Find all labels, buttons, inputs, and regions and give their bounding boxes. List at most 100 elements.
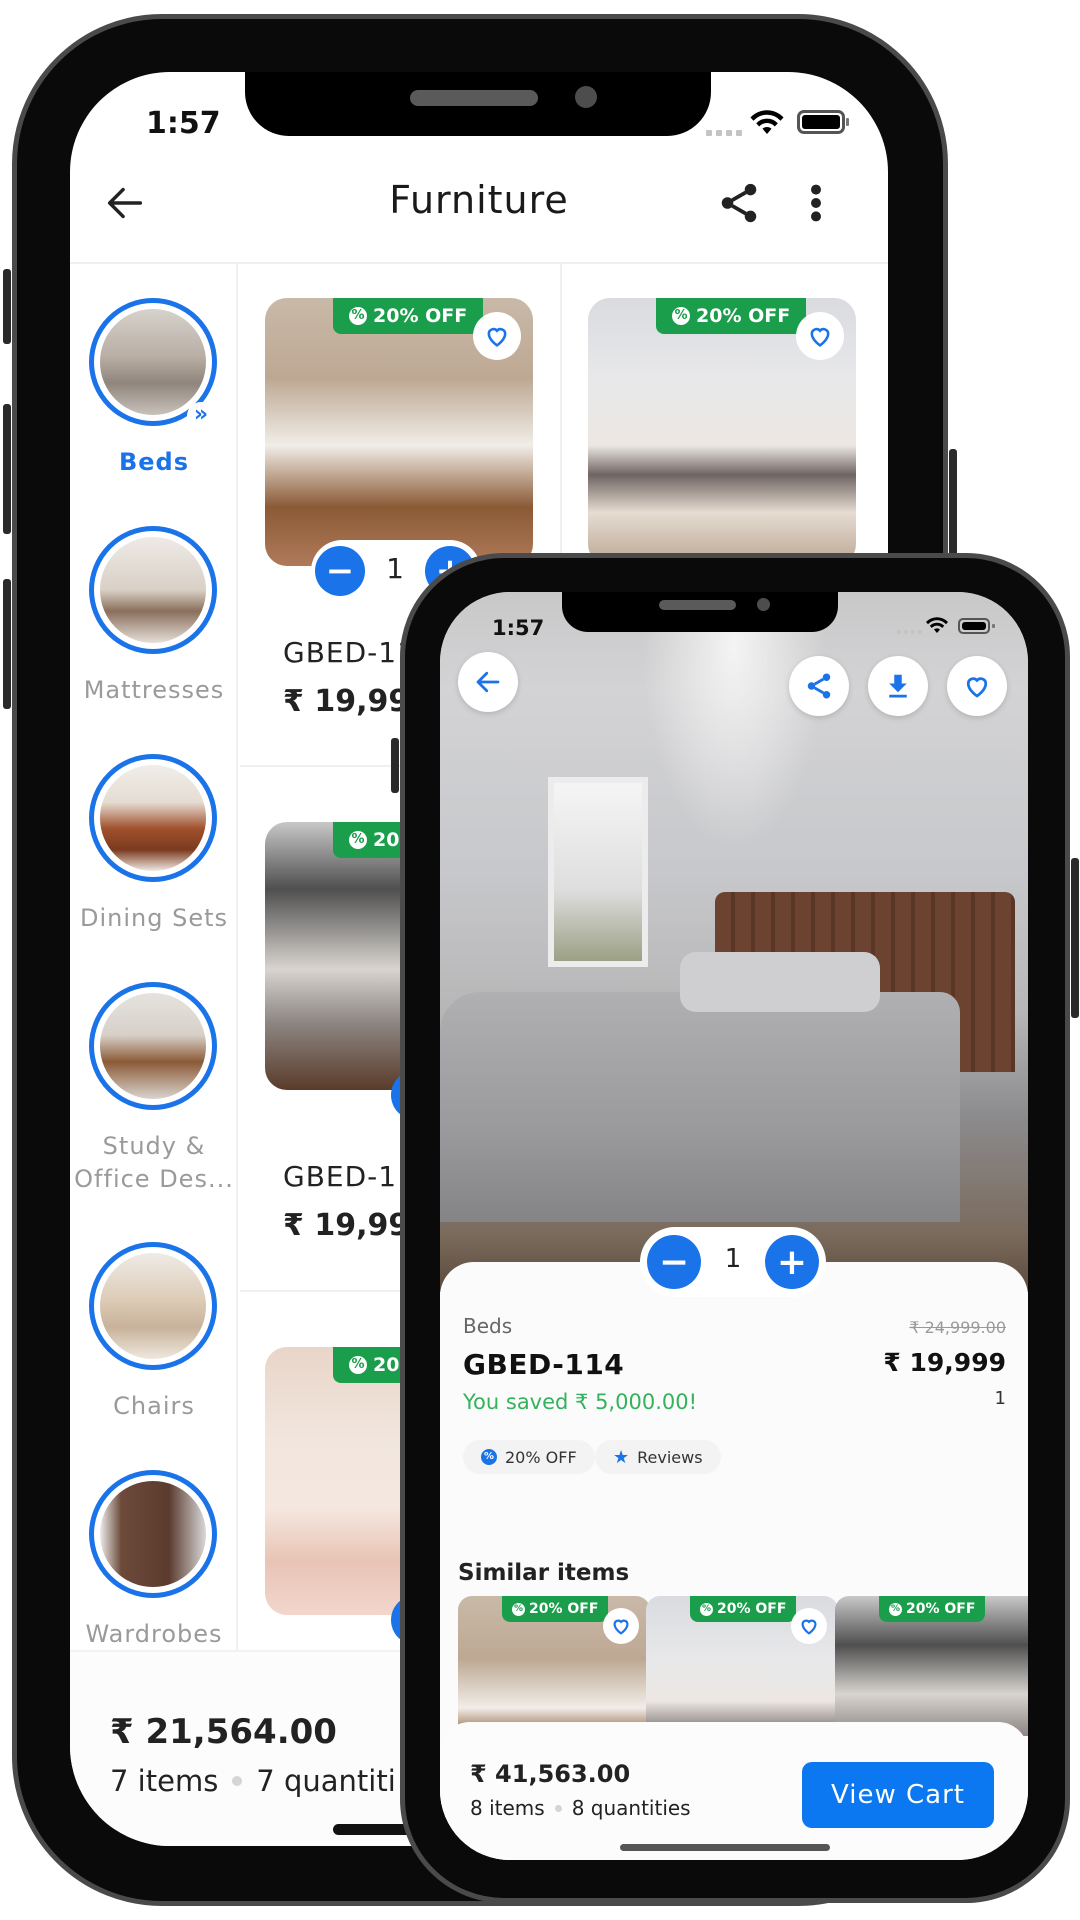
- reviews-chip-label: Reviews: [637, 1447, 703, 1467]
- front-camera: [757, 598, 770, 611]
- discount-icon: %: [512, 1602, 525, 1616]
- chevron-double-right-icon: »: [187, 402, 215, 430]
- category-image-wardrobes: [89, 1470, 217, 1598]
- decrement-button[interactable]: −: [315, 546, 365, 596]
- wifi-icon: [750, 110, 784, 134]
- notch: [245, 72, 711, 136]
- front-camera: [575, 86, 597, 108]
- view-cart-button[interactable]: View Cart: [802, 1762, 994, 1828]
- cart-quantity-count: 8 quantities: [571, 1796, 691, 1820]
- savings-text: You saved ₹ 5,000.00!: [463, 1390, 698, 1414]
- page-title: Furniture: [389, 178, 569, 222]
- separator-dot: [232, 1776, 243, 1786]
- category-label-line2: Office Des...: [74, 1165, 234, 1193]
- volume-button: [391, 738, 399, 793]
- reviews-chip[interactable]: ★ Reviews: [595, 1440, 721, 1474]
- discount-icon: %: [349, 307, 367, 325]
- discount-badge-label: 20% OFF: [529, 1601, 599, 1617]
- discount-icon: %: [700, 1602, 713, 1616]
- product-category: Beds: [463, 1314, 513, 1338]
- power-button: [1071, 858, 1079, 1018]
- cart-quantity-count: 7 quantiti: [256, 1764, 396, 1798]
- volume-down-button: [3, 579, 11, 709]
- cart-item-count: 7 items: [110, 1764, 219, 1798]
- discount-icon: %: [672, 307, 690, 325]
- cart-meta: 8 items 8 quantities: [470, 1796, 691, 1820]
- product-name: GBED-11: [283, 636, 416, 669]
- product-image: % 20% OFF: [265, 298, 533, 566]
- category-label: Beds: [118, 448, 190, 476]
- download-button[interactable]: [868, 656, 928, 716]
- bed-decor: [440, 992, 960, 1222]
- cart-total: ₹ 41,563.00: [470, 1760, 631, 1788]
- cart-item-count: 8 items: [470, 1796, 545, 1820]
- discount-badge-label: 20% OFF: [373, 305, 468, 327]
- discount-chip-label: 20% OFF: [505, 1447, 577, 1467]
- category-label-line1: Study &: [102, 1132, 206, 1160]
- discount-badge: % 20% OFF: [690, 1596, 797, 1622]
- category-label: Mattresses: [83, 676, 225, 704]
- speaker: [410, 90, 538, 106]
- discount-badge-icon: %: [481, 1449, 497, 1465]
- arrow-left-icon: [476, 671, 500, 693]
- favorite-button[interactable]: [947, 656, 1007, 716]
- discount-badge: % 20% OFF: [333, 298, 484, 334]
- share-button[interactable]: [789, 656, 849, 716]
- cellular-signal-icon: [706, 130, 742, 136]
- discount-badge: % 20% OFF: [656, 298, 807, 334]
- price-quantity: 1: [994, 1388, 1006, 1409]
- similar-item-card[interactable]: % 20% OFF: [835, 1596, 1028, 1736]
- cart-summary-bar: ₹ 41,563.00 8 items 8 quantities View Ca…: [440, 1722, 1028, 1860]
- discount-badge-label: 20: [373, 829, 400, 851]
- heart-icon: [487, 327, 507, 347]
- cart-total: ₹ 21,564.00: [110, 1712, 337, 1752]
- category-label: Study & Office Des...: [70, 1130, 238, 1196]
- favorite-button[interactable]: [796, 312, 844, 360]
- discount-badge-label: 20% OFF: [717, 1601, 787, 1617]
- category-image-study-desks: [89, 982, 217, 1110]
- pillows-decor: [680, 952, 880, 1012]
- window-decor: [548, 777, 648, 967]
- product-image: % 20% OFF: [588, 298, 856, 566]
- discounted-price: ₹ 19,999: [883, 1348, 1006, 1377]
- download-icon: [889, 674, 907, 698]
- discount-chip[interactable]: % 20% OFF: [463, 1440, 595, 1474]
- home-indicator: [620, 1844, 830, 1851]
- heart-icon: [801, 1619, 817, 1635]
- speaker: [659, 600, 736, 610]
- favorite-button[interactable]: [603, 1608, 639, 1644]
- cart-meta: 7 items 7 quantiti: [110, 1764, 396, 1798]
- similar-item-card[interactable]: % 20% OFF: [646, 1596, 838, 1736]
- category-image-chairs: [89, 1242, 217, 1370]
- original-price: ₹ 24,999.00: [909, 1318, 1006, 1337]
- discount-badge: % 20% OFF: [502, 1596, 609, 1622]
- back-button[interactable]: [458, 652, 518, 712]
- share-icon[interactable]: [716, 180, 762, 226]
- quantity-value: 1: [386, 552, 404, 585]
- similar-item-card[interactable]: % 20% OFF: [458, 1596, 650, 1736]
- similar-items-title: Similar items: [458, 1560, 630, 1586]
- category-label: Dining Sets: [79, 904, 228, 932]
- share-icon: [807, 673, 831, 699]
- status-time: 1:57: [492, 616, 545, 640]
- star-icon: ★: [613, 1446, 630, 1468]
- heart-icon: [613, 1619, 629, 1635]
- notch: [562, 592, 838, 632]
- increment-button[interactable]: +: [765, 1235, 819, 1289]
- more-vertical-icon[interactable]: [806, 180, 826, 226]
- discount-icon: %: [889, 1602, 902, 1616]
- product-detail-screen: 1:57 Beds GBED-114 You saved ₹ 5,000.00!…: [440, 592, 1028, 1860]
- discount-badge-label: 20% OFF: [696, 305, 791, 327]
- category-sidebar: » Beds Mattresses Dining Sets Study & Of…: [70, 264, 238, 1664]
- product-name: GBED-11: [283, 1160, 416, 1193]
- heart-icon: [966, 677, 988, 698]
- favorite-button[interactable]: [473, 312, 521, 360]
- status-time: 1:57: [146, 106, 221, 141]
- volume-up-button: [3, 404, 11, 534]
- favorite-button[interactable]: [791, 1608, 827, 1644]
- category-label: Wardrobes: [85, 1620, 223, 1648]
- decrement-button[interactable]: −: [647, 1235, 701, 1289]
- category-label: Chairs: [113, 1392, 195, 1420]
- battery-icon: [958, 618, 995, 634]
- wifi-icon: [926, 617, 948, 633]
